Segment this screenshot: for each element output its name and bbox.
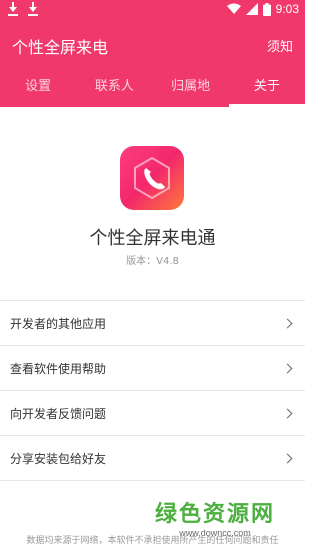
app-version: 版本：V4.8 xyxy=(126,256,179,267)
tab-contacts[interactable]: 联系人 xyxy=(76,70,152,107)
status-time: 9:03 xyxy=(275,2,299,16)
wifi-icon xyxy=(226,3,241,14)
chevron-right-icon xyxy=(282,363,293,373)
menu-item-feedback[interactable]: 向开发者反馈问题 xyxy=(0,391,305,436)
app-name: 个性全屏来电通 xyxy=(89,228,216,249)
chevron-right-icon xyxy=(282,318,293,328)
menu-item-share[interactable]: 分享安装包给好友 xyxy=(0,436,305,481)
app-logo xyxy=(120,146,184,210)
about-menu: 开发者的其他应用 查看软件使用帮助 向开发者反馈问题 分享安装包给好友 xyxy=(0,300,305,481)
menu-item-help[interactable]: 查看软件使用帮助 xyxy=(0,346,305,391)
tab-settings[interactable]: 设置 xyxy=(0,70,76,107)
menu-item-label: 开发者的其他应用 xyxy=(10,316,107,331)
notice-button[interactable]: 须知 xyxy=(267,36,293,55)
status-bar: 9:03 xyxy=(0,0,305,20)
disclaimer: 数据均来源于网络，本软件不承担使用所产生的任何问题和责任 xyxy=(26,536,279,546)
menu-item-label: 分享安装包给好友 xyxy=(10,451,107,466)
phone-icon xyxy=(134,156,170,200)
battery-icon xyxy=(262,2,271,16)
tab-bar: 设置 联系人 归属地 关于 xyxy=(0,70,306,107)
menu-item-label: 查看软件使用帮助 xyxy=(10,361,107,376)
signal-icon xyxy=(245,3,258,15)
chevron-right-icon xyxy=(282,408,293,418)
app-title: 个性全屏来电 xyxy=(12,38,109,57)
watermark: 绿色资源网 www.downcc.com xyxy=(155,496,275,538)
menu-item-other-apps[interactable]: 开发者的其他应用 xyxy=(0,301,305,346)
chevron-right-icon xyxy=(282,453,293,463)
download-icon xyxy=(28,2,38,16)
app-bar: 个性全屏来电 须知 xyxy=(0,20,305,70)
watermark-title: 绿色资源网 xyxy=(154,502,275,527)
tab-about[interactable]: 关于 xyxy=(228,70,306,107)
download-icon xyxy=(8,2,18,16)
tab-location[interactable]: 归属地 xyxy=(153,70,229,107)
menu-item-label: 向开发者反馈问题 xyxy=(10,406,107,421)
